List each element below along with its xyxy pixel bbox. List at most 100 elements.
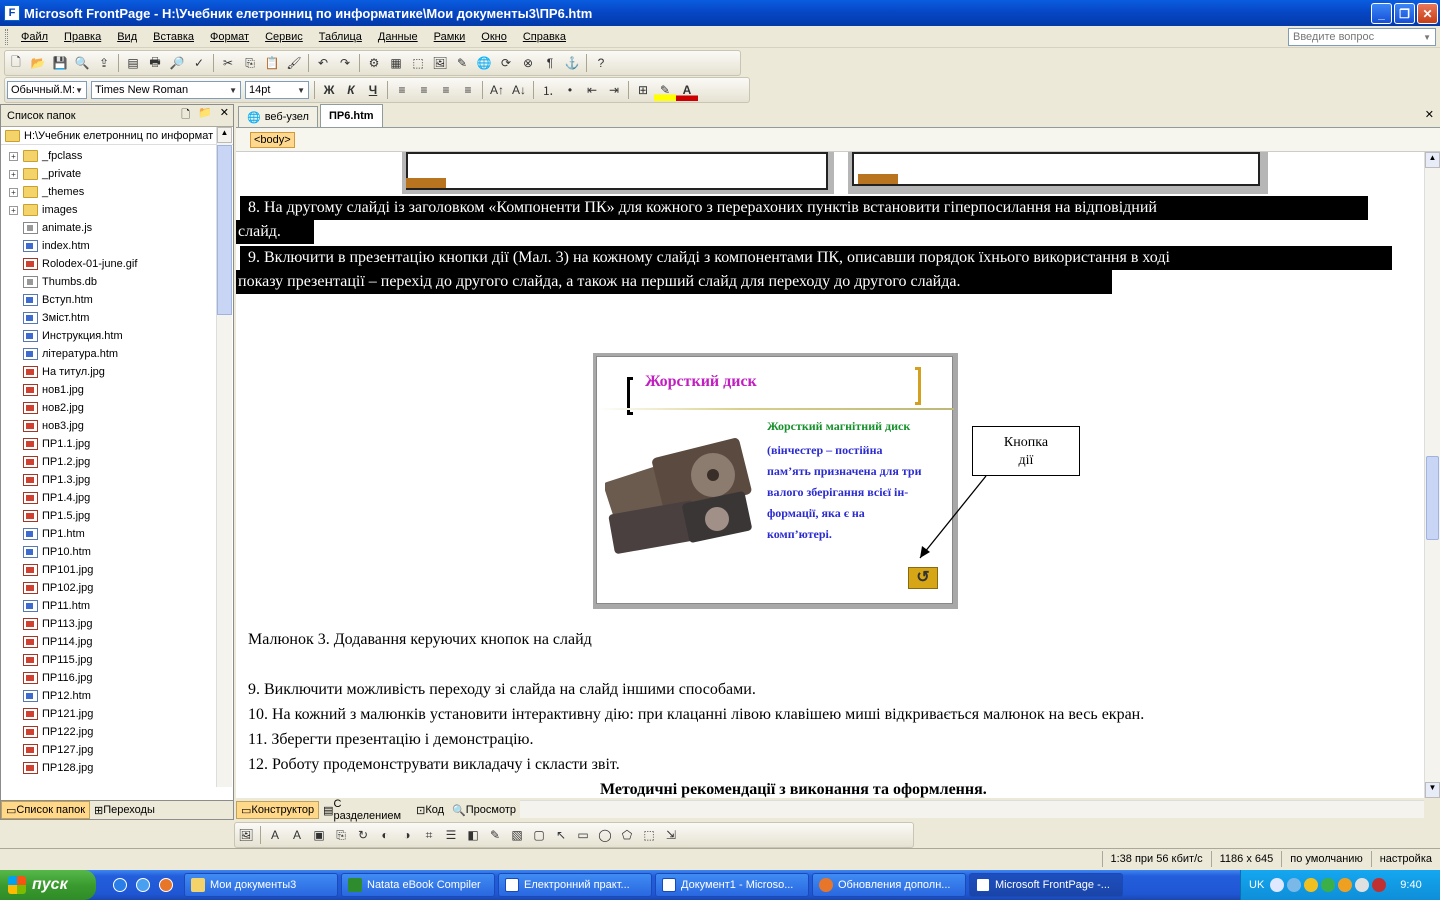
expand-icon[interactable] <box>9 350 18 359</box>
tree-item[interactable]: ПР1.4.jpg <box>9 489 215 507</box>
expand-icon[interactable] <box>9 386 18 395</box>
expand-icon[interactable] <box>9 692 18 701</box>
expand-icon[interactable] <box>9 602 18 611</box>
resample-icon[interactable]: ⇲ <box>660 824 682 846</box>
justify-icon[interactable]: ≡ <box>457 79 479 101</box>
format-painter-icon[interactable]: 🖌 <box>283 52 305 74</box>
expand-icon[interactable] <box>9 404 18 413</box>
tree-item[interactable]: ПР114.jpg <box>9 633 215 651</box>
paste-icon[interactable]: 📋 <box>261 52 283 74</box>
align-right-icon[interactable]: ≡ <box>435 79 457 101</box>
expand-icon[interactable] <box>9 548 18 557</box>
expand-icon[interactable] <box>9 710 18 719</box>
menu-format[interactable]: Формат <box>202 31 257 43</box>
style-select[interactable]: Обычный.М: ▼ <box>7 81 87 99</box>
slide-figure[interactable]: Жорсткий диск Жорсткий магнітний диск (в… <box>593 353 958 609</box>
bevel-icon[interactable]: ▧ <box>506 824 528 846</box>
insert-picture-icon[interactable]: 🖼 <box>429 52 451 74</box>
expand-icon[interactable] <box>9 512 18 521</box>
outdent-icon[interactable]: ⇤ <box>581 79 603 101</box>
tree-item[interactable]: + _private <box>9 165 215 183</box>
menu-view[interactable]: Вид <box>109 31 145 43</box>
task-ebook-compiler[interactable]: Natata eBook Compiler <box>341 873 495 897</box>
menu-tools[interactable]: Сервис <box>257 31 311 43</box>
undo-icon[interactable]: ↶ <box>312 52 334 74</box>
expand-icon[interactable] <box>9 566 18 575</box>
security-icon[interactable] <box>1304 878 1319 892</box>
task-frontpage[interactable]: Microsoft FrontPage -... <box>969 873 1123 897</box>
scroll-down-icon[interactable]: ▼ <box>1425 782 1440 798</box>
indent-icon[interactable]: ⇥ <box>603 79 625 101</box>
crop-icon[interactable]: ⌗ <box>418 824 440 846</box>
tree-item[interactable]: index.htm <box>9 237 215 255</box>
redo-icon[interactable]: ↷ <box>334 52 356 74</box>
print-icon[interactable]: 🖶 <box>144 52 166 74</box>
tab-pr6[interactable]: ПР6.htm <box>319 104 383 127</box>
menu-window[interactable]: Окно <box>473 31 515 43</box>
line-style-icon[interactable]: ☰ <box>440 824 462 846</box>
show-all-icon[interactable]: ¶ <box>539 52 561 74</box>
tree-item[interactable]: На титул.jpg <box>9 363 215 381</box>
tab-code[interactable]: ⊡ Код <box>412 801 448 819</box>
decrease-font-icon[interactable]: A↓ <box>508 79 530 101</box>
new-page-icon[interactable]: 🗋 <box>5 52 27 74</box>
editor-vscroll[interactable]: ▲ ▼ <box>1424 152 1440 798</box>
expand-icon[interactable] <box>9 476 18 485</box>
menu-table[interactable]: Таблица <box>311 31 370 43</box>
tree-item[interactable]: ПР102.jpg <box>9 579 215 597</box>
tree-item[interactable]: ПР1.2.jpg <box>9 453 215 471</box>
expand-icon[interactable] <box>9 422 18 431</box>
tree-item[interactable]: ПР1.5.jpg <box>9 507 215 525</box>
tab-website[interactable]: 🌐 веб-узел <box>238 106 318 127</box>
expand-icon[interactable] <box>9 296 18 305</box>
tab-split[interactable]: ▤ С разделением <box>319 798 412 822</box>
expand-icon[interactable] <box>9 584 18 593</box>
tree-item[interactable]: Зміст.htm <box>9 309 215 327</box>
brightness-icon[interactable]: ◑ <box>396 824 418 846</box>
tab-preview[interactable]: 🔍 Просмотр <box>448 801 520 819</box>
hotspot-icon[interactable]: ▢ <box>528 824 550 846</box>
tree-item[interactable]: ПР101.jpg <box>9 561 215 579</box>
menu-insert[interactable]: Вставка <box>145 31 202 43</box>
open-icon[interactable]: 📂 <box>27 52 49 74</box>
underline-button[interactable]: Ч <box>362 79 384 101</box>
expand-icon[interactable] <box>9 494 18 503</box>
toggle-pane-icon[interactable]: ▤ <box>122 52 144 74</box>
scroll-thumb[interactable] <box>217 145 232 315</box>
bold-button[interactable]: Ж <box>318 79 340 101</box>
page-editor[interactable]: 8. На другому слайді із заголовком «Комп… <box>236 152 1426 798</box>
minimize-button[interactable]: _ <box>1371 3 1392 24</box>
expand-icon[interactable]: + <box>9 169 18 179</box>
cut-icon[interactable]: ✂ <box>217 52 239 74</box>
highlight-hotspot-icon[interactable]: ⬚ <box>638 824 660 846</box>
tree-item[interactable]: нов2.jpg <box>9 399 215 417</box>
expand-icon[interactable] <box>9 656 18 665</box>
tree-item[interactable]: нов1.jpg <box>9 381 215 399</box>
highlight-icon[interactable]: ✎ <box>654 79 676 101</box>
menu-help[interactable]: Справка <box>515 31 574 43</box>
tree-item[interactable]: ПР113.jpg <box>9 615 215 633</box>
expand-icon[interactable] <box>9 440 18 449</box>
copy-icon[interactable]: ⎘ <box>239 52 261 74</box>
oval-icon[interactable]: ◯ <box>594 824 616 846</box>
menu-data[interactable]: Данные <box>370 31 426 43</box>
tree-item[interactable]: Rolodex-01-june.gif <box>9 255 215 273</box>
expand-icon[interactable]: + <box>9 151 18 161</box>
select-icon[interactable]: ↖ <box>550 824 572 846</box>
tree-item[interactable]: ПР11.htm <box>9 597 215 615</box>
expand-icon[interactable] <box>9 530 18 539</box>
rectangle-icon[interactable]: ▭ <box>572 824 594 846</box>
tree-item[interactable]: ПР1.3.jpg <box>9 471 215 489</box>
expand-icon[interactable]: + <box>9 187 18 197</box>
polygon-icon[interactable]: ⬠ <box>616 824 638 846</box>
tree-item[interactable]: нов3.jpg <box>9 417 215 435</box>
task-word-document1[interactable]: Документ1 - Microso... <box>655 873 809 897</box>
tab-navigation[interactable]: ⊞ Переходы <box>90 801 159 819</box>
close-document-icon[interactable]: ✕ <box>1425 108 1434 121</box>
tree-item[interactable]: ПР116.jpg <box>9 669 215 687</box>
font-size-select[interactable]: 14pt ▼ <box>245 81 309 99</box>
image-tools-icon[interactable]: ▣ <box>308 824 330 846</box>
antivirus-icon[interactable] <box>1372 878 1387 892</box>
stop-icon[interactable]: ⊗ <box>517 52 539 74</box>
tree-item[interactable]: ПР1.1.jpg <box>9 435 215 453</box>
